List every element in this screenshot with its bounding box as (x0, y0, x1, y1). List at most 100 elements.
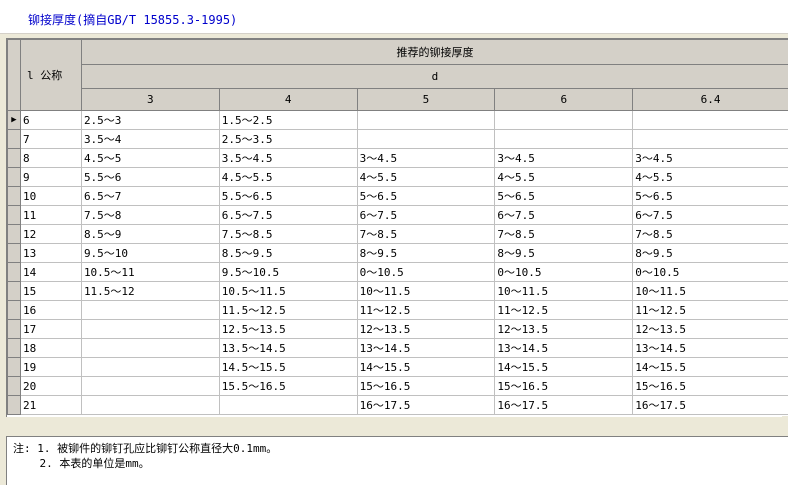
table-row[interactable]: 7 3.5～4 2.5～3.5 (7, 129, 788, 149)
cell-thickness[interactable]: 8～9.5 (357, 243, 496, 263)
table-row[interactable]: 11 7.5～8 6.5～7.5 6～7.5 6～7.5 6～7.5 (7, 205, 788, 225)
cell-thickness[interactable]: 4～5.5 (494, 167, 634, 187)
cell-thickness[interactable]: 15.5～16.5 (219, 376, 358, 396)
group-header-thickness[interactable]: 推荐的铆接厚度 (80, 39, 788, 65)
cell-thickness[interactable]: 8～9.5 (494, 243, 634, 263)
cell-thickness[interactable]: 3～4.5 (494, 148, 634, 168)
cell-thickness[interactable]: 14～15.5 (632, 357, 788, 377)
cell-thickness[interactable]: 12～13.5 (632, 319, 788, 339)
cell-nominal-length[interactable]: 11 (20, 205, 82, 225)
cell-thickness[interactable]: 4～5.5 (632, 167, 788, 187)
cell-nominal-length[interactable]: 13 (20, 243, 82, 263)
data-grid[interactable]: l 公称 推荐的铆接厚度 d 3 4 5 6 6.4 ▶ 6 2.5～3 1.5～2.… (6, 38, 788, 417)
column-header-d3[interactable]: 3 (80, 88, 220, 111)
cell-thickness[interactable] (81, 357, 220, 377)
cell-thickness[interactable]: 10～11.5 (494, 281, 634, 301)
cell-thickness[interactable]: 14.5～15.5 (219, 357, 358, 377)
cell-thickness[interactable]: 15～16.5 (494, 376, 634, 396)
cell-thickness[interactable]: 6～7.5 (357, 205, 496, 225)
cell-thickness[interactable]: 13～14.5 (632, 338, 788, 358)
cell-thickness[interactable] (357, 129, 496, 149)
cell-thickness[interactable]: 8.5～9.5 (219, 243, 358, 263)
cell-thickness[interactable]: 8.5～9 (81, 224, 220, 244)
cell-thickness[interactable]: 10.5～11 (81, 262, 220, 282)
cell-thickness[interactable]: 11～12.5 (357, 300, 496, 320)
cell-thickness[interactable]: 10～11.5 (632, 281, 788, 301)
cell-thickness[interactable]: 9.5～10.5 (219, 262, 358, 282)
cell-thickness[interactable]: 4～5.5 (357, 167, 496, 187)
cell-nominal-length[interactable]: 7 (20, 129, 82, 149)
table-row[interactable]: 10 6.5～7 5.5～6.5 5～6.5 5～6.5 5～6.5 (7, 186, 788, 206)
cell-thickness[interactable]: 11～12.5 (494, 300, 634, 320)
cell-thickness[interactable]: 12～13.5 (494, 319, 634, 339)
cell-thickness[interactable]: 7～8.5 (632, 224, 788, 244)
cell-thickness[interactable]: 7～8.5 (494, 224, 634, 244)
cell-thickness[interactable]: 1.5～2.5 (219, 110, 358, 130)
table-row[interactable]: 19 14.5～15.5 14～15.5 14～15.5 14～15.5 (7, 357, 788, 377)
column-header-d5[interactable]: 5 (356, 88, 496, 111)
cell-thickness[interactable] (632, 110, 788, 130)
cell-thickness[interactable] (81, 300, 220, 320)
cell-thickness[interactable]: 14～15.5 (494, 357, 634, 377)
table-row[interactable]: 21 16～17.5 16～17.5 16～17.5 (7, 395, 788, 415)
cell-thickness[interactable]: 6.5～7 (81, 186, 220, 206)
cell-thickness[interactable] (81, 338, 220, 358)
cell-thickness[interactable]: 5.5～6.5 (219, 186, 358, 206)
row-indicator[interactable] (7, 376, 21, 396)
row-indicator[interactable] (7, 281, 21, 301)
cell-thickness[interactable]: 0～10.5 (357, 262, 496, 282)
row-indicator[interactable] (7, 129, 21, 149)
cell-thickness[interactable]: 12.5～13.5 (219, 319, 358, 339)
cell-thickness[interactable]: 16～17.5 (357, 395, 496, 415)
cell-thickness[interactable]: 10～11.5 (357, 281, 496, 301)
cell-thickness[interactable]: 4.5～5.5 (219, 167, 358, 187)
sub-header-d[interactable]: d (80, 64, 788, 89)
row-indicator[interactable] (7, 224, 21, 244)
cell-thickness[interactable]: 5～6.5 (632, 186, 788, 206)
cell-thickness[interactable] (494, 129, 634, 149)
table-row[interactable]: 17 12.5～13.5 12～13.5 12～13.5 12～13.5 (7, 319, 788, 339)
cell-thickness[interactable]: 10.5～11.5 (219, 281, 358, 301)
table-row[interactable]: 15 11.5～12 10.5～11.5 10～11.5 10～11.5 10～11.5 (7, 281, 788, 301)
cell-nominal-length[interactable]: 19 (20, 357, 82, 377)
cell-thickness[interactable]: 6.5～7.5 (219, 205, 358, 225)
table-row[interactable]: 12 8.5～9 7.5～8.5 7～8.5 7～8.5 7～8.5 (7, 224, 788, 244)
cell-nominal-length[interactable]: 15 (20, 281, 82, 301)
column-header-nominal[interactable]: l 公称 (19, 39, 82, 111)
row-indicator[interactable] (7, 243, 21, 263)
table-row[interactable]: 16 11.5～12.5 11～12.5 11～12.5 11～12.5 (7, 300, 788, 320)
cell-thickness[interactable]: 5～6.5 (494, 186, 634, 206)
cell-thickness[interactable]: 15～16.5 (632, 376, 788, 396)
cell-nominal-length[interactable]: 18 (20, 338, 82, 358)
cell-nominal-length[interactable]: 10 (20, 186, 82, 206)
cell-thickness[interactable]: 3～4.5 (357, 148, 496, 168)
cell-thickness[interactable] (219, 395, 358, 415)
cell-nominal-length[interactable]: 14 (20, 262, 82, 282)
cell-thickness[interactable]: 15～16.5 (357, 376, 496, 396)
cell-thickness[interactable]: 11.5～12 (81, 281, 220, 301)
row-indicator[interactable] (7, 167, 21, 187)
row-indicator[interactable] (7, 205, 21, 225)
cell-thickness[interactable]: 13～14.5 (357, 338, 496, 358)
cell-thickness[interactable]: 3～4.5 (632, 148, 788, 168)
cell-thickness[interactable]: 2.5～3.5 (219, 129, 358, 149)
row-indicator[interactable] (7, 357, 21, 377)
cell-thickness[interactable]: 7～8.5 (357, 224, 496, 244)
table-row[interactable]: 18 13.5～14.5 13～14.5 13～14.5 13～14.5 (7, 338, 788, 358)
cell-thickness[interactable]: 4.5～5 (81, 148, 220, 168)
cell-thickness[interactable]: 0～10.5 (632, 262, 788, 282)
row-indicator[interactable] (7, 319, 21, 339)
row-indicator[interactable] (7, 262, 21, 282)
row-indicator[interactable] (7, 300, 21, 320)
cell-thickness[interactable]: 7.5～8 (81, 205, 220, 225)
cell-thickness[interactable]: 6～7.5 (632, 205, 788, 225)
cell-thickness[interactable]: 2.5～3 (81, 110, 220, 130)
column-header-d6-4[interactable]: 6.4 (632, 88, 788, 111)
cell-thickness[interactable]: 13～14.5 (494, 338, 634, 358)
cell-thickness[interactable]: 13.5～14.5 (219, 338, 358, 358)
cell-thickness[interactable]: 9.5～10 (81, 243, 220, 263)
cell-thickness[interactable]: 11～12.5 (632, 300, 788, 320)
cell-nominal-length[interactable]: 12 (20, 224, 82, 244)
cell-thickness[interactable]: 16～17.5 (494, 395, 634, 415)
cell-thickness[interactable] (632, 129, 788, 149)
